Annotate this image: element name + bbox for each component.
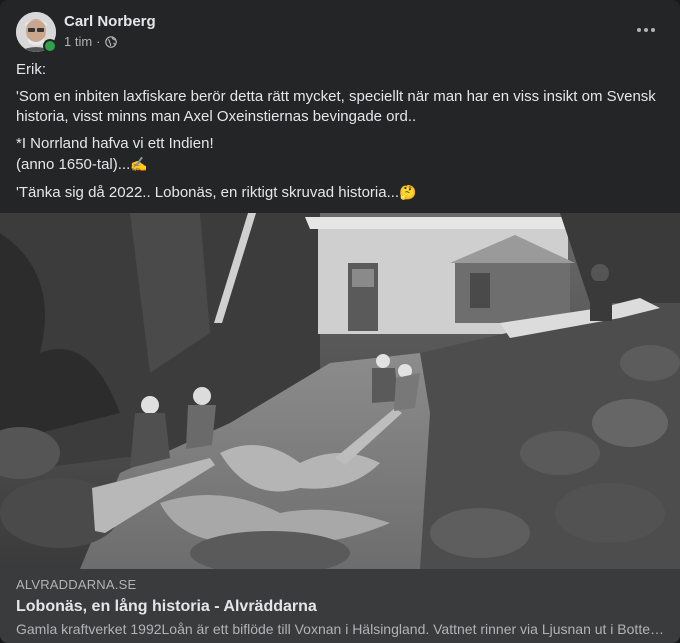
link-description: Gamla kraftverket 1992Loån är ett biflöd… xyxy=(16,621,664,637)
post-meta: 1 tim · xyxy=(64,34,117,49)
thinking-face-emoji: 🤔 xyxy=(399,184,417,200)
paragraph-text: *I Norrland hafva vi ett Indien! xyxy=(16,135,214,152)
more-options-icon xyxy=(637,28,655,32)
link-title[interactable]: Lobonäs, en lång historia - Alvräddarna xyxy=(16,598,317,616)
link-preview-image[interactable] xyxy=(0,213,680,575)
online-status-dot xyxy=(43,39,57,53)
paragraph-text: 'Som en inbiten laxfiskare berör detta r… xyxy=(16,88,656,125)
author-avatar[interactable] xyxy=(16,12,57,53)
feed-post: Carl Norberg 1 tim · Erik: 'Som en inbit… xyxy=(0,0,680,643)
paragraph-text: Erik: xyxy=(16,61,46,78)
globe-icon xyxy=(104,35,117,48)
link-preview-card[interactable]: ALVRADDARNA.SE Lobonäs, en lång historia… xyxy=(0,569,680,643)
link-domain: ALVRADDARNA.SE xyxy=(16,577,137,592)
post-header: Carl Norberg 1 tim · xyxy=(16,12,664,54)
paragraph-text: (anno 1650-tal)... xyxy=(16,156,131,173)
author-name[interactable]: Carl Norberg xyxy=(64,13,156,30)
post-paragraph: *I Norrland hafva vi ett Indien! xyxy=(16,134,664,154)
paragraph-text: 'Tänka sig då 2022.. Lobonäs, en riktigt… xyxy=(16,184,400,201)
more-options-button[interactable] xyxy=(628,12,664,48)
post-timestamp[interactable]: 1 tim xyxy=(64,34,92,49)
meta-separator: · xyxy=(96,34,101,49)
river-photo xyxy=(0,213,680,575)
post-paragraph: (anno 1650-tal)...✍ xyxy=(16,154,664,175)
writing-hand-emoji: ✍ xyxy=(130,156,148,172)
post-paragraph: 'Som en inbiten laxfiskare berör detta r… xyxy=(16,87,664,127)
post-text: Erik: 'Som en inbiten laxfiskare berör d… xyxy=(16,60,664,210)
post-paragraph: Erik: xyxy=(16,60,664,80)
post-paragraph: 'Tänka sig då 2022.. Lobonäs, en riktigt… xyxy=(16,182,664,203)
